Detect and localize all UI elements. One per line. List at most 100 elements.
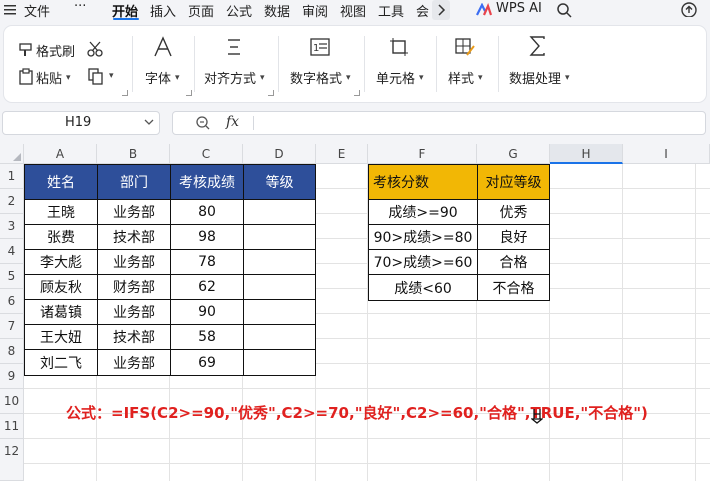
scissors-icon[interactable] <box>86 40 104 62</box>
menu-icon[interactable] <box>4 4 16 20</box>
fx-icon[interactable]: fx <box>226 114 239 130</box>
table-cell[interactable] <box>243 274 316 300</box>
table-cell[interactable]: 顾友秋 <box>24 274 98 300</box>
sum-icon[interactable] <box>529 36 547 60</box>
table-cell[interactable]: 财务部 <box>97 274 171 300</box>
table-cell[interactable]: 王大妞 <box>24 324 98 350</box>
tab-data[interactable]: 数据 <box>264 1 290 20</box>
tab-tools[interactable]: 工具 <box>378 1 404 20</box>
font-launcher[interactable] <box>186 90 192 96</box>
row-header-2[interactable]: 2 <box>0 189 24 214</box>
table-cell[interactable] <box>243 349 316 376</box>
table-cell[interactable]: 69 <box>170 349 244 376</box>
table-cell[interactable]: 良好 <box>477 224 550 250</box>
table-cell[interactable]: 诸葛镇 <box>24 299 98 325</box>
row-header-1[interactable]: 1 <box>0 164 24 189</box>
tab-view[interactable]: 视图 <box>340 1 366 20</box>
number-format-launcher[interactable] <box>354 90 360 96</box>
column-header-a[interactable]: A <box>24 144 97 164</box>
row-header-4[interactable]: 4 <box>0 239 24 264</box>
table-cell[interactable] <box>243 299 316 325</box>
tab-review[interactable]: 审阅 <box>302 1 328 20</box>
table1-header-dept[interactable]: 部门 <box>97 164 171 200</box>
table-cell[interactable]: 优秀 <box>477 199 550 225</box>
row-header-6[interactable]: 6 <box>0 289 24 314</box>
table-cell[interactable] <box>243 324 316 350</box>
select-all-corner[interactable] <box>0 144 24 164</box>
wps-ai-icon[interactable] <box>476 2 493 21</box>
column-header-g[interactable]: G <box>477 144 550 164</box>
table-cell[interactable] <box>243 199 316 225</box>
column-header-f[interactable]: F <box>368 144 477 164</box>
table-cell[interactable]: 90>成绩>=80 <box>368 224 478 250</box>
font-icon[interactable] <box>152 36 174 62</box>
table-cell[interactable]: 98 <box>170 224 244 250</box>
chevron-down-icon[interactable] <box>143 115 155 133</box>
copy-icon[interactable] <box>88 68 104 89</box>
table-cell[interactable]: 业务部 <box>97 249 171 275</box>
table-cell[interactable]: 业务部 <box>97 199 171 225</box>
table-cell[interactable]: 70>成绩>=60 <box>368 249 478 275</box>
table-cell[interactable]: 张费 <box>24 224 98 250</box>
column-header-d[interactable]: D <box>243 144 316 164</box>
column-header-e[interactable]: E <box>316 144 368 164</box>
table-cell[interactable]: 80 <box>170 199 244 225</box>
format-painter-icon[interactable] <box>18 42 34 62</box>
table-cell[interactable]: 技术部 <box>97 224 171 250</box>
table-cell[interactable]: 业务部 <box>97 349 171 376</box>
table-cell[interactable]: 成绩<60 <box>368 274 478 301</box>
tab-page[interactable]: 页面 <box>188 1 214 20</box>
row-header-7[interactable]: 7 <box>0 314 24 339</box>
menu-file[interactable]: 文件 <box>24 1 50 20</box>
tab-formula[interactable]: 公式 <box>226 1 252 20</box>
search-icon[interactable] <box>556 2 572 22</box>
clipboard-launcher[interactable] <box>122 90 128 96</box>
table-cell[interactable] <box>243 224 316 250</box>
table-cell[interactable]: 李大彪 <box>24 249 98 275</box>
row-header-5[interactable]: 5 <box>0 264 24 289</box>
formula-input[interactable]: fx <box>172 111 706 135</box>
spreadsheet-grid[interactable]: A B C D E F G H I 1 2 3 4 5 6 7 8 9 10 1… <box>0 144 710 481</box>
row-header-10[interactable]: 10 <box>0 389 24 414</box>
row-header-3[interactable]: 3 <box>0 214 24 239</box>
table-cell[interactable]: 成绩>=90 <box>368 199 478 225</box>
table1-header-score[interactable]: 考核成绩 <box>170 164 244 200</box>
font-button[interactable]: 字体 ▾ <box>145 68 180 87</box>
table1-header-name[interactable]: 姓名 <box>24 164 98 200</box>
menu-more[interactable]: ··· <box>74 0 86 14</box>
style-icon[interactable] <box>455 38 475 60</box>
table-cell[interactable]: 90 <box>170 299 244 325</box>
chevron-right-icon[interactable] <box>432 0 450 20</box>
align-icon[interactable] <box>225 38 243 60</box>
cell-button[interactable]: 单元格 ▾ <box>376 68 424 87</box>
row-header-8[interactable]: 8 <box>0 339 24 364</box>
style-button[interactable]: 样式 ▾ <box>448 68 483 87</box>
format-painter-button[interactable]: 格式刷 <box>36 41 75 60</box>
column-header-c[interactable]: C <box>170 144 243 164</box>
cloud-upload-icon[interactable] <box>680 1 698 21</box>
zoom-search-icon[interactable] <box>195 115 211 135</box>
row-header-11[interactable]: 11 <box>0 414 24 439</box>
table-cell[interactable] <box>243 249 316 275</box>
data-process-button[interactable]: 数据处理 ▾ <box>509 68 570 87</box>
table-cell[interactable]: 刘二飞 <box>24 349 98 376</box>
number-format-icon[interactable]: 1 <box>310 38 330 60</box>
table-cell[interactable]: 业务部 <box>97 299 171 325</box>
row-header-9[interactable]: 9 <box>0 364 24 389</box>
column-header-i[interactable]: I <box>623 144 710 164</box>
name-box[interactable]: H19 <box>2 111 160 135</box>
cell-icon[interactable] <box>390 38 408 60</box>
wps-ai-label[interactable]: WPS AI <box>496 1 542 16</box>
copy-dropdown-icon[interactable]: ▾ <box>109 71 114 81</box>
table-cell[interactable]: 不合格 <box>477 274 550 301</box>
align-launcher[interactable] <box>268 90 274 96</box>
table-cell[interactable]: 技术部 <box>97 324 171 350</box>
column-header-b[interactable]: B <box>97 144 170 164</box>
table-cell[interactable]: 62 <box>170 274 244 300</box>
table-cell[interactable]: 合格 <box>477 249 550 275</box>
table2-header-grade[interactable]: 对应等级 <box>477 164 550 200</box>
row-header-12[interactable]: 12 <box>0 439 24 481</box>
tab-member[interactable]: 会 <box>416 1 429 20</box>
align-button[interactable]: 对齐方式 ▾ <box>204 68 265 87</box>
tab-insert[interactable]: 插入 <box>150 1 176 20</box>
